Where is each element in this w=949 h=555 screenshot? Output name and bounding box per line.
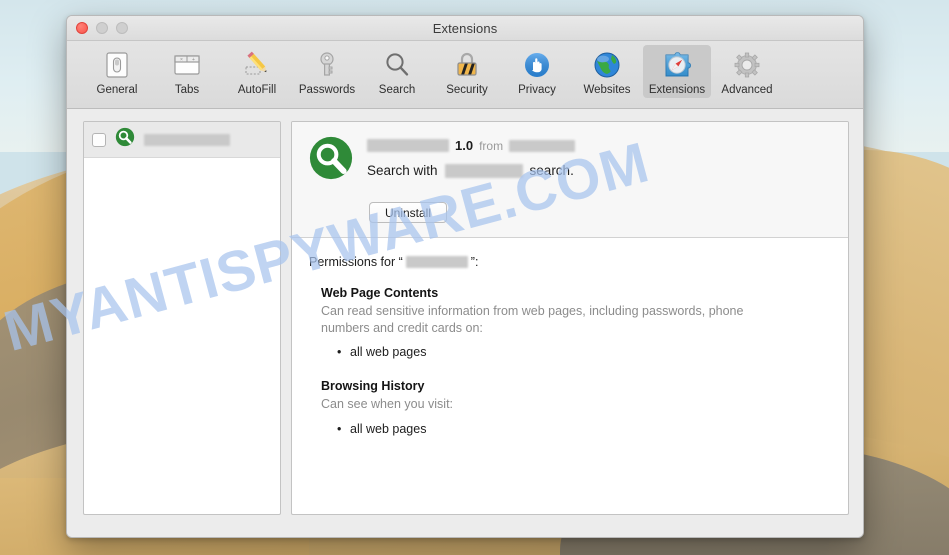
tab-autofill-label: AutoFill [237, 84, 277, 96]
permission-title: Browsing History [321, 379, 425, 393]
from-label: from [479, 138, 504, 153]
websites-icon [590, 48, 624, 82]
list-item[interactable] [84, 122, 280, 158]
tab-extensions[interactable]: Extensions [643, 45, 711, 98]
window-titlebar: Extensions [67, 16, 863, 41]
tab-general[interactable]: General [83, 45, 151, 98]
extension-publisher-redacted [509, 139, 576, 152]
extension-title-line: 1.0 from [367, 137, 576, 154]
tab-tabs[interactable]: × + Tabs [153, 45, 221, 98]
extension-header: 1.0 from Search with search. Uninstall [292, 122, 848, 238]
tab-advanced[interactable]: Advanced [713, 45, 781, 98]
description-name-redacted [444, 163, 523, 178]
tab-websites-label: Websites [583, 84, 631, 96]
permission-body: Can see when you visit: [321, 397, 454, 411]
permission-group-web-page-contents: Web Page Contents Can read sensitive inf… [309, 286, 832, 362]
tab-security-label: Security [446, 84, 488, 96]
green-magnifier-icon [308, 135, 354, 186]
general-icon [100, 48, 134, 82]
passwords-icon [310, 48, 344, 82]
window-title: Extensions [432, 20, 498, 36]
tab-search-label: Search [378, 84, 416, 96]
extension-list[interactable] [83, 121, 281, 515]
svg-text:×: × [180, 57, 183, 63]
security-icon [450, 48, 484, 82]
tab-passwords-label: Passwords [298, 84, 356, 96]
description-suffix: search. [529, 163, 574, 178]
extension-detail-pane: 1.0 from Search with search. Uninstall P… [291, 121, 849, 515]
permission-body: Can read sensitive information from web … [321, 304, 744, 335]
extension-name-redacted [144, 133, 230, 146]
desktop-background: Extensions General × + Tabs AutoFill Pas… [0, 0, 949, 555]
permissions-name-redacted [405, 256, 468, 268]
tab-search[interactable]: Search [363, 45, 431, 98]
permission-group-browsing-history: Browsing History Can see when you visit:… [309, 379, 832, 438]
tabs-icon: × + [170, 48, 204, 82]
tab-websites[interactable]: Websites [573, 45, 641, 98]
extension-name-redacted [367, 139, 449, 152]
permissions-heading-prefix: Permissions for “ [309, 255, 403, 269]
extensions-icon [660, 48, 694, 82]
tab-security[interactable]: Security [433, 45, 501, 98]
advanced-icon [730, 48, 764, 82]
permission-bullets: all web pages [321, 343, 832, 362]
description-prefix: Search with [367, 163, 438, 178]
preferences-toolbar: General × + Tabs AutoFill Passwords Sear… [67, 41, 863, 109]
extension-enable-checkbox[interactable] [92, 132, 106, 147]
permission-title: Web Page Contents [321, 286, 439, 300]
tab-extensions-label: Extensions [648, 84, 706, 96]
search-icon [380, 48, 414, 82]
permission-bullet: all web pages [337, 343, 832, 362]
tab-privacy[interactable]: Privacy [503, 45, 571, 98]
autofill-icon [240, 48, 274, 82]
green-magnifier-icon [115, 127, 135, 152]
extension-description: Search with search. [367, 163, 575, 178]
tab-autofill[interactable]: AutoFill [223, 45, 291, 98]
tab-advanced-label: Advanced [721, 84, 773, 96]
privacy-icon [520, 48, 554, 82]
uninstall-button[interactable]: Uninstall [369, 202, 447, 223]
preferences-content: 1.0 from Search with search. Uninstall P… [67, 109, 863, 537]
permissions-heading: Permissions for “ ”: [309, 255, 832, 269]
tab-general-label: General [96, 84, 138, 96]
svg-text:+: + [192, 57, 195, 63]
extension-version: 1.0 [455, 138, 474, 153]
tab-privacy-label: Privacy [518, 84, 556, 96]
permissions-section: Permissions for “ ”: Web Page Contents C… [292, 238, 848, 514]
tab-passwords[interactable]: Passwords [293, 45, 361, 98]
permission-bullets: all web pages [321, 420, 832, 439]
permissions-heading-suffix: ”: [470, 255, 479, 269]
permission-bullet: all web pages [337, 420, 832, 439]
tab-tabs-label: Tabs [174, 84, 200, 96]
safari-preferences-window: Extensions General × + Tabs AutoFill Pas… [66, 15, 864, 538]
